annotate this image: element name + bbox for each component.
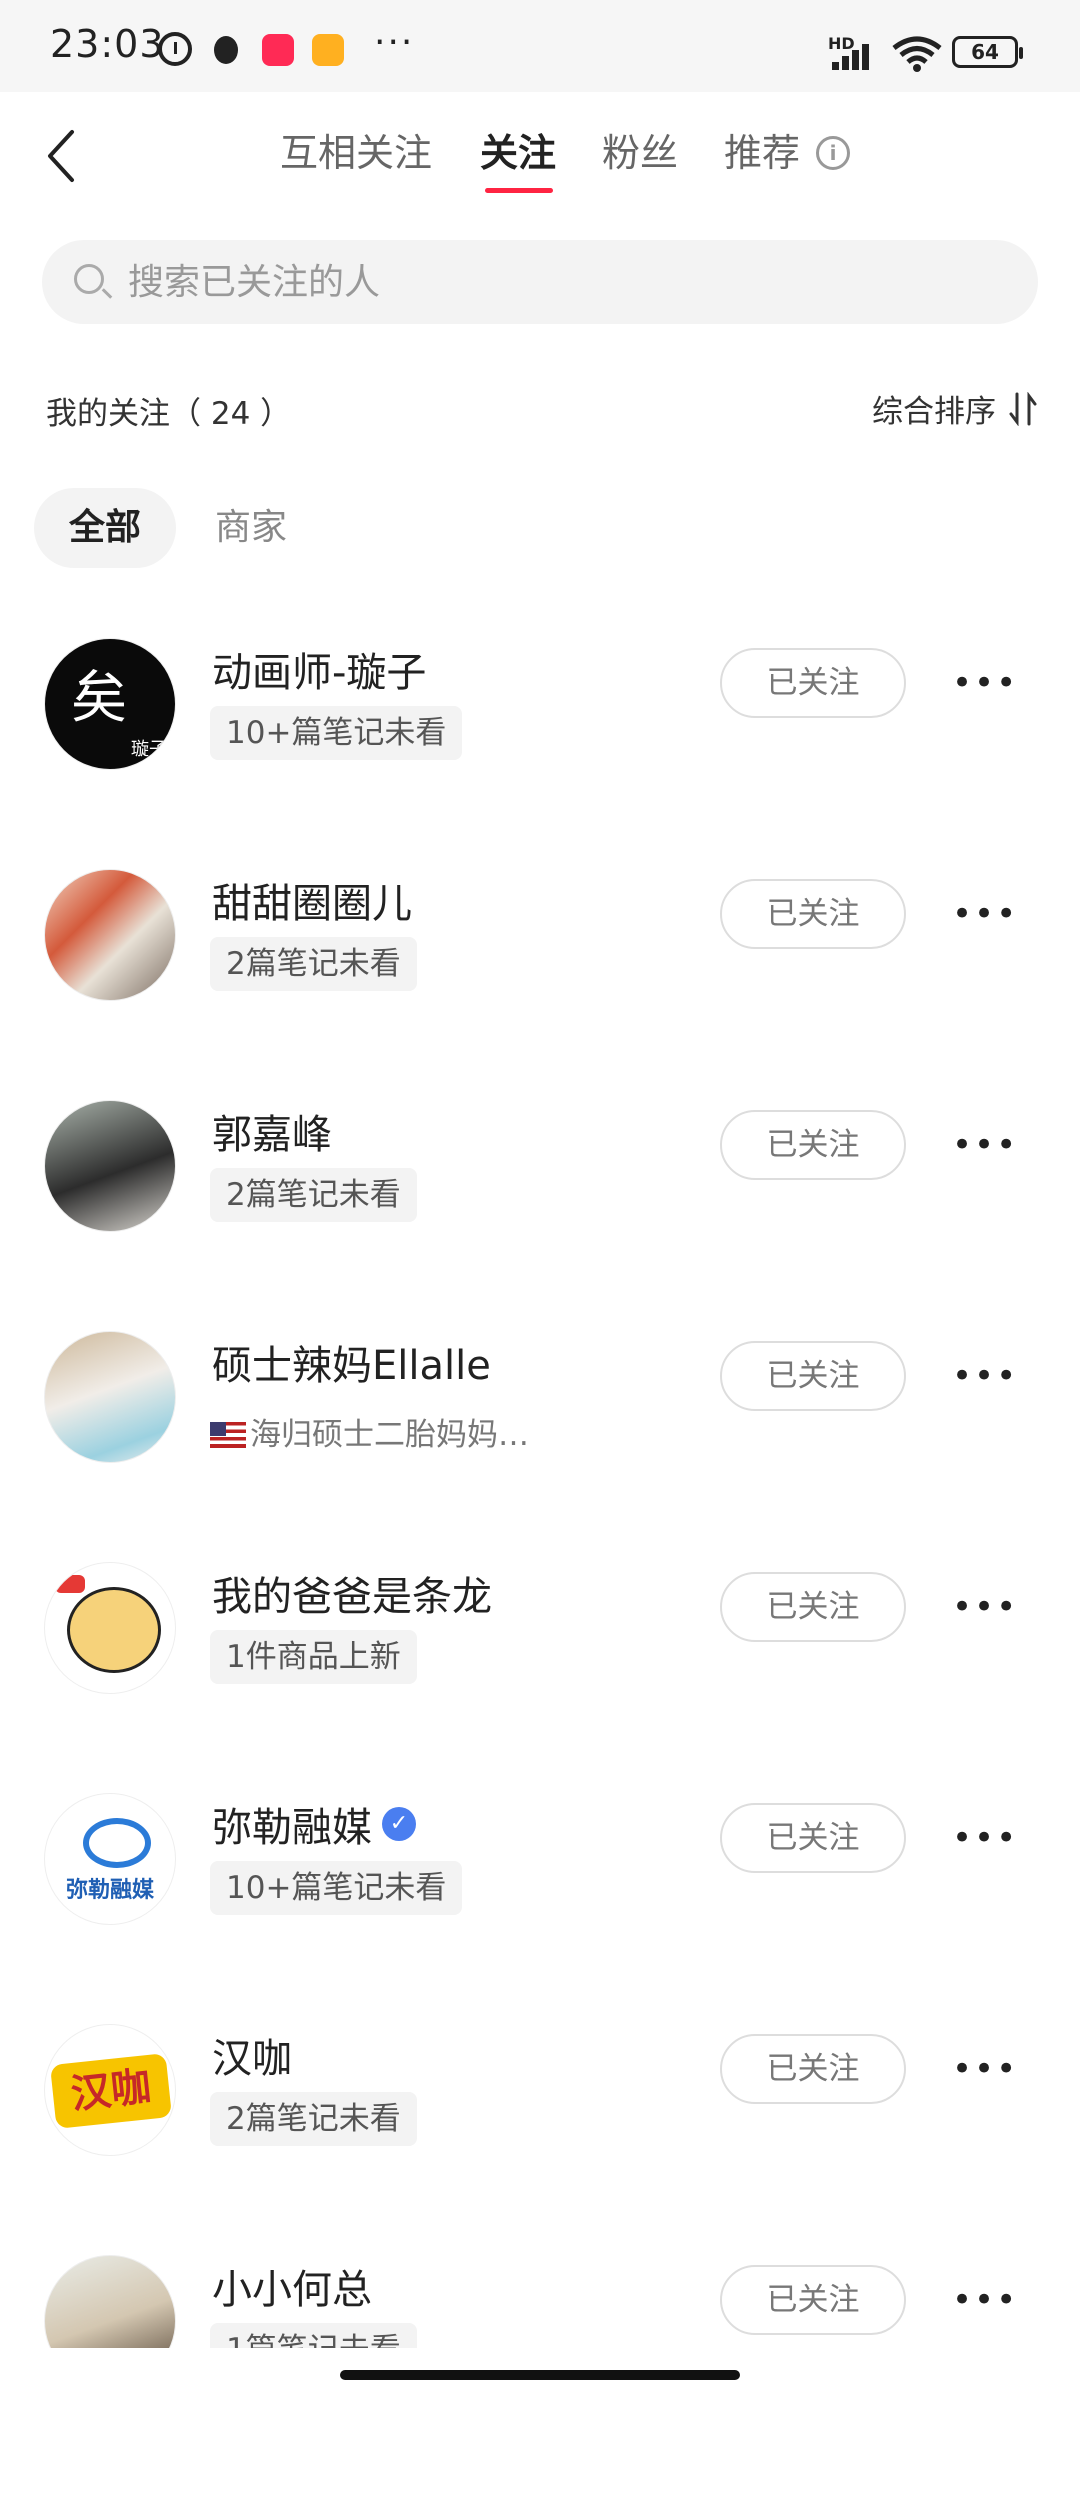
sort-button[interactable]: 综合排序 <box>872 386 1038 431</box>
user-name-text: 硕士辣妈Ellalle <box>212 1343 491 1389</box>
following-count-title: 我的关注（ 24 ） <box>46 396 292 432</box>
follow-item[interactable]: 郭嘉峰 2篇笔记未看 已关注 ••• <box>0 1100 1080 1352</box>
user-name-text: 汉咖 <box>212 2036 292 2082</box>
unread-notes-badge: 2篇笔记未看 <box>210 1168 417 1222</box>
dragon-illustration <box>67 1587 161 1673</box>
following-button[interactable]: 已关注 <box>720 1341 906 1411</box>
tab-recommend[interactable]: 推荐 <box>724 122 800 177</box>
following-button[interactable]: 已关注 <box>720 879 906 949</box>
more-options-icon[interactable]: ••• <box>952 1110 1016 1180</box>
follow-item[interactable]: 我的爸爸是条龙 1件商品上新 已关注 ••• <box>0 1562 1080 1814</box>
avatar-label: 弥勒融媒 <box>65 1878 154 1903</box>
user-name[interactable]: 郭嘉峰 <box>212 1102 332 1160</box>
user-name-text: 我的爸爸是条龙 <box>212 1574 492 1620</box>
info-icon[interactable]: i <box>816 136 850 170</box>
verified-icon: ✓ <box>382 1807 416 1841</box>
user-name-text: 甜甜圈圈儿 <box>212 881 412 927</box>
alarm-icon <box>158 32 192 66</box>
following-button[interactable]: 已关注 <box>720 2034 906 2104</box>
following-button[interactable]: 已关注 <box>720 1572 906 1642</box>
status-time: 23:03 <box>50 22 165 66</box>
avatar-logo: 矣 <box>71 666 127 731</box>
us-flag-icon <box>210 1422 246 1448</box>
user-name[interactable]: 动画师-璇子 <box>212 640 426 698</box>
follow-item[interactable]: 汉咖 汉咖 2篇笔记未看 已关注 ••• <box>0 2024 1080 2276</box>
active-tab-indicator <box>485 188 553 193</box>
battery-icon: 64 <box>952 36 1023 68</box>
sort-icon <box>1009 391 1037 426</box>
more-notifications-icon: ··· <box>374 22 415 63</box>
user-name-text: 动画师-璇子 <box>212 650 427 696</box>
search-icon <box>74 264 104 294</box>
unread-notes-badge: 10+篇笔记未看 <box>210 1861 463 1915</box>
avatar[interactable]: 弥勒融媒 <box>44 1793 176 1925</box>
user-name[interactable]: 小小何总 <box>212 2257 372 2315</box>
follow-item[interactable]: 硕士辣妈Ellalle 海归硕士二胎妈妈… 已关注 ••• <box>0 1331 1080 1583</box>
user-bio-text: 海归硕士二胎妈妈… <box>250 1417 529 1453</box>
filter-merchant[interactable]: 商家 <box>196 488 306 568</box>
user-name-text: 小小何总 <box>212 2267 372 2313</box>
follow-item[interactable]: 矣璇子 动画师-璇子 10+篇笔记未看 已关注 ••• <box>0 638 1080 890</box>
user-name-text: 弥勒融媒 <box>212 1805 372 1851</box>
avatar-tag <box>55 1575 85 1593</box>
signal-icon <box>832 40 882 70</box>
following-button[interactable]: 已关注 <box>720 1110 906 1180</box>
more-options-icon[interactable]: ••• <box>952 1803 1016 1873</box>
message-app-icon <box>312 34 344 66</box>
wifi-icon <box>892 36 942 72</box>
qq-icon <box>214 36 238 64</box>
avatar-label: 璇子 <box>131 739 167 760</box>
status-bar: 23:03 ··· HD 64 <box>0 0 1080 92</box>
back-button[interactable] <box>42 126 82 186</box>
more-options-icon[interactable]: ••• <box>952 648 1016 718</box>
user-name[interactable]: 弥勒融媒 ✓ <box>212 1795 416 1853</box>
filter-all[interactable]: 全部 <box>34 488 176 568</box>
unread-notes-badge: 2篇笔记未看 <box>210 937 417 991</box>
more-options-icon[interactable]: ••• <box>952 1341 1016 1411</box>
sort-label: 综合排序 <box>872 394 996 430</box>
new-products-badge: 1件商品上新 <box>210 1630 417 1684</box>
user-bio: 海归硕士二胎妈妈… <box>210 1409 529 1454</box>
user-name[interactable]: 甜甜圈圈儿 <box>212 871 412 929</box>
app-notification-icon <box>262 34 294 66</box>
unread-notes-badge: 2篇笔记未看 <box>210 2092 417 2146</box>
following-button[interactable]: 已关注 <box>720 648 906 718</box>
more-options-icon[interactable]: ••• <box>952 2034 1016 2104</box>
tab-mutual-follow[interactable]: 互相关注 <box>280 122 432 177</box>
avatar[interactable] <box>44 1100 176 1232</box>
more-options-icon[interactable]: ••• <box>952 1572 1016 1642</box>
follow-item[interactable]: 弥勒融媒 弥勒融媒 ✓ 10+篇笔记未看 已关注 ••• <box>0 1793 1080 2045</box>
user-name[interactable]: 我的爸爸是条龙 <box>212 1564 492 1622</box>
user-name-text: 郭嘉峰 <box>212 1112 332 1158</box>
user-name[interactable]: 汉咖 <box>212 2026 292 2084</box>
more-options-icon[interactable]: ••• <box>952 2265 1016 2335</box>
tab-fans[interactable]: 粉丝 <box>602 122 678 177</box>
avatar[interactable] <box>44 1562 176 1694</box>
user-name[interactable]: 硕士辣妈Ellalle <box>212 1333 491 1391</box>
avatar[interactable]: 汉咖 <box>44 2024 176 2156</box>
follow-item[interactable]: 甜甜圈圈儿 2篇笔记未看 已关注 ••• <box>0 869 1080 1121</box>
unread-notes-badge: 10+篇笔记未看 <box>210 706 463 760</box>
home-indicator[interactable] <box>340 2370 740 2380</box>
search-input[interactable] <box>128 258 928 306</box>
more-options-icon[interactable]: ••• <box>952 879 1016 949</box>
avatar[interactable]: 矣璇子 <box>44 638 176 770</box>
avatar[interactable] <box>44 1331 176 1463</box>
avatar-label: 汉咖 <box>49 2053 173 2129</box>
tab-following[interactable]: 关注 <box>480 122 556 177</box>
following-button[interactable]: 已关注 <box>720 1803 906 1873</box>
avatar[interactable] <box>44 869 176 1001</box>
media-logo <box>83 1818 151 1868</box>
following-button[interactable]: 已关注 <box>720 2265 906 2335</box>
